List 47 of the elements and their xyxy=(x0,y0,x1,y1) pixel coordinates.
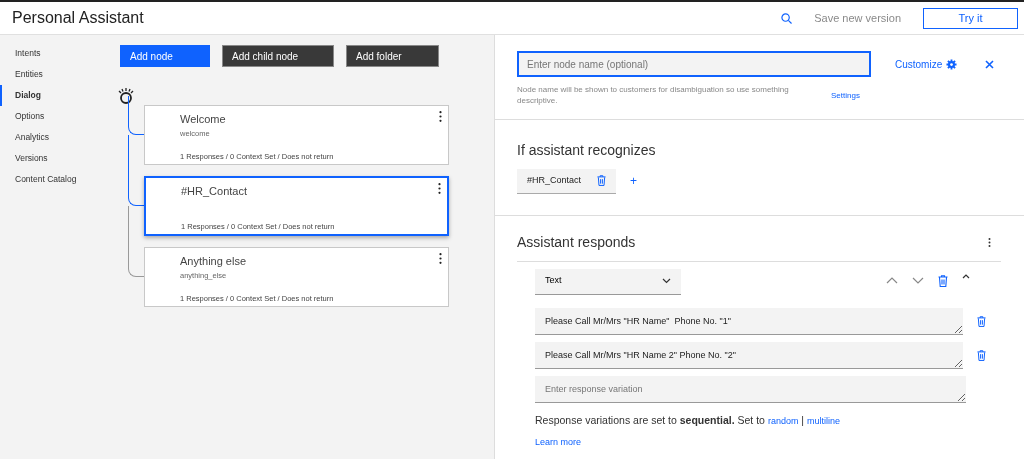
section-heading: If assistant recognizes xyxy=(517,140,657,160)
response-variation-field[interactable]: Enter response variation xyxy=(535,375,966,403)
add-condition-button[interactable]: + xyxy=(630,175,638,188)
app-title: Personal Assistant xyxy=(12,8,144,28)
node-title: #HR_Contact xyxy=(181,184,249,199)
try-it-button[interactable]: Try it xyxy=(923,7,1018,29)
sidebar-item[interactable]: Dialog xyxy=(0,85,108,106)
response-variation-field[interactable]: Please Call Mr/Mrs "HR Name" Phone No. "1" xyxy=(535,307,963,335)
node-title: Welcome xyxy=(180,112,227,127)
learn-more-link[interactable]: Learn more xyxy=(535,436,582,450)
trash-icon[interactable] xyxy=(977,315,986,327)
collapse-icon[interactable] xyxy=(962,274,970,280)
trash-icon[interactable] xyxy=(597,175,607,187)
close-icon[interactable] xyxy=(985,59,995,69)
section-heading: Assistant responds xyxy=(517,232,636,252)
response-mode-link[interactable]: random xyxy=(767,415,799,426)
sidebar-item[interactable]: Intents xyxy=(0,43,108,64)
kebab-menu-icon[interactable] xyxy=(438,183,441,194)
chevron-up-icon[interactable] xyxy=(886,277,898,285)
logo-icon xyxy=(117,87,135,105)
response-type-select[interactable]: Text xyxy=(535,268,681,295)
chevron-down-icon[interactable] xyxy=(912,277,924,285)
node-title: Anything else xyxy=(180,254,248,269)
response-variation-field[interactable]: Please Call Mr/Mrs "HR Name 2" Phone No. "2" xyxy=(535,341,963,369)
kebab-menu-icon[interactable] xyxy=(439,253,442,264)
sidebar-item[interactable]: Content Catalog xyxy=(0,169,108,190)
trash-icon[interactable] xyxy=(938,274,948,287)
sidebar-item[interactable]: Analytics xyxy=(0,127,108,148)
response-mode-link[interactable]: multiline xyxy=(806,415,840,426)
customize-link[interactable]: Customize xyxy=(895,56,958,72)
caret-icon xyxy=(662,278,671,285)
trash-icon[interactable] xyxy=(977,349,986,361)
help-text: Node name will be shown to customers for disambiguation so use something descriptive. xyxy=(517,85,790,107)
sidebar-item[interactable]: Versions xyxy=(0,148,108,169)
settings-link[interactable]: Settings xyxy=(831,89,860,102)
toolbar-button[interactable]: Add folder xyxy=(346,45,439,67)
toolbar-button[interactable]: Add node xyxy=(120,45,210,67)
response-mode-text: Response variations are set to sequential. Set to random | multiline xyxy=(535,412,841,428)
sidebar-item[interactable]: Entities xyxy=(0,64,108,85)
kebab-menu-icon[interactable] xyxy=(439,111,442,122)
node-name-field[interactable]: Enter node name (optional) xyxy=(517,51,871,77)
kebab-menu-icon[interactable] xyxy=(988,237,991,247)
sidebar-item[interactable]: Options xyxy=(0,106,108,127)
search-icon[interactable] xyxy=(781,12,793,24)
save-version-link[interactable]: Save new version xyxy=(814,9,901,27)
gear-icon xyxy=(946,58,958,70)
toolbar-button[interactable]: Add child node xyxy=(222,45,334,67)
